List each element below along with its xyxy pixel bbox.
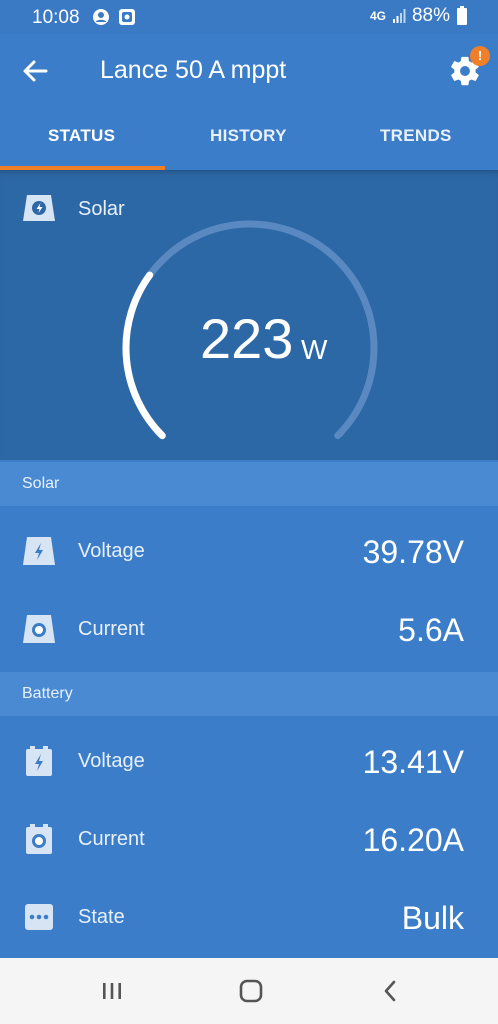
row-label: Current [78, 618, 145, 640]
row-value: 39.78V [362, 534, 464, 570]
page-title: Lance 50 A mppt [100, 56, 287, 84]
back-arrow-icon[interactable] [20, 56, 50, 86]
row-label: Current [78, 828, 145, 850]
battery-state-row[interactable]: State Bulk [0, 878, 498, 956]
row-label: Voltage [78, 750, 145, 772]
signal-icon [392, 9, 406, 23]
solar-current-row[interactable]: Current 5.6A [0, 590, 498, 668]
gauge-unit: W [301, 334, 328, 365]
row-value: 5.6A [398, 612, 464, 648]
row-value: 13.41V [362, 744, 464, 780]
battery-icon [457, 6, 467, 25]
solar-voltage-row[interactable]: Voltage 39.78V [0, 512, 498, 590]
section-header-battery: Battery [0, 672, 498, 716]
lightning-icon [23, 537, 55, 565]
solar-rows: Voltage 39.78V Current 5.6A [0, 506, 498, 670]
back-nav-icon[interactable] [376, 976, 406, 1006]
battery-percent: 88% [411, 5, 450, 26]
home-icon[interactable] [236, 976, 266, 1006]
battery-current-icon [26, 824, 52, 854]
gauge-value: 223 [200, 307, 294, 370]
section-title-solar: Solar [22, 475, 60, 492]
status-time: 10:08 [32, 7, 80, 28]
row-value: Bulk [401, 900, 464, 936]
tab-history[interactable]: HISTORY [210, 126, 287, 146]
row-value: 16.20A [362, 822, 464, 858]
battery-lightning-icon [26, 746, 52, 776]
solar-gauge-panel: Solar 223 W [0, 170, 498, 460]
ellipsis-icon [25, 904, 53, 930]
status-bar: 10:08 4G 88% [0, 0, 498, 34]
screenshot-icon [119, 9, 135, 25]
alert-badge[interactable]: ! [470, 46, 490, 66]
app-bar: Lance 50 A mppt ! STATUS HISTORY TRENDS [0, 34, 498, 170]
section-header-solar: Solar [0, 462, 498, 506]
system-nav-bar [0, 958, 498, 1024]
row-label: Voltage [78, 540, 145, 562]
tab-status[interactable]: STATUS [48, 126, 115, 146]
battery-current-row[interactable]: Current 16.20A [0, 800, 498, 878]
account-icon [93, 9, 109, 25]
network-type: 4G [369, 9, 386, 23]
recent-apps-icon[interactable] [97, 976, 127, 1006]
tab-trends[interactable]: TRENDS [380, 126, 452, 146]
battery-voltage-row[interactable]: Voltage 13.41V [0, 722, 498, 800]
battery-rows: Voltage 13.41V Current 16.20A State Bulk [0, 716, 498, 958]
gauge-fill [122, 271, 166, 440]
row-label: State [78, 906, 125, 928]
section-title-battery: Battery [22, 685, 73, 702]
current-icon [23, 615, 55, 643]
